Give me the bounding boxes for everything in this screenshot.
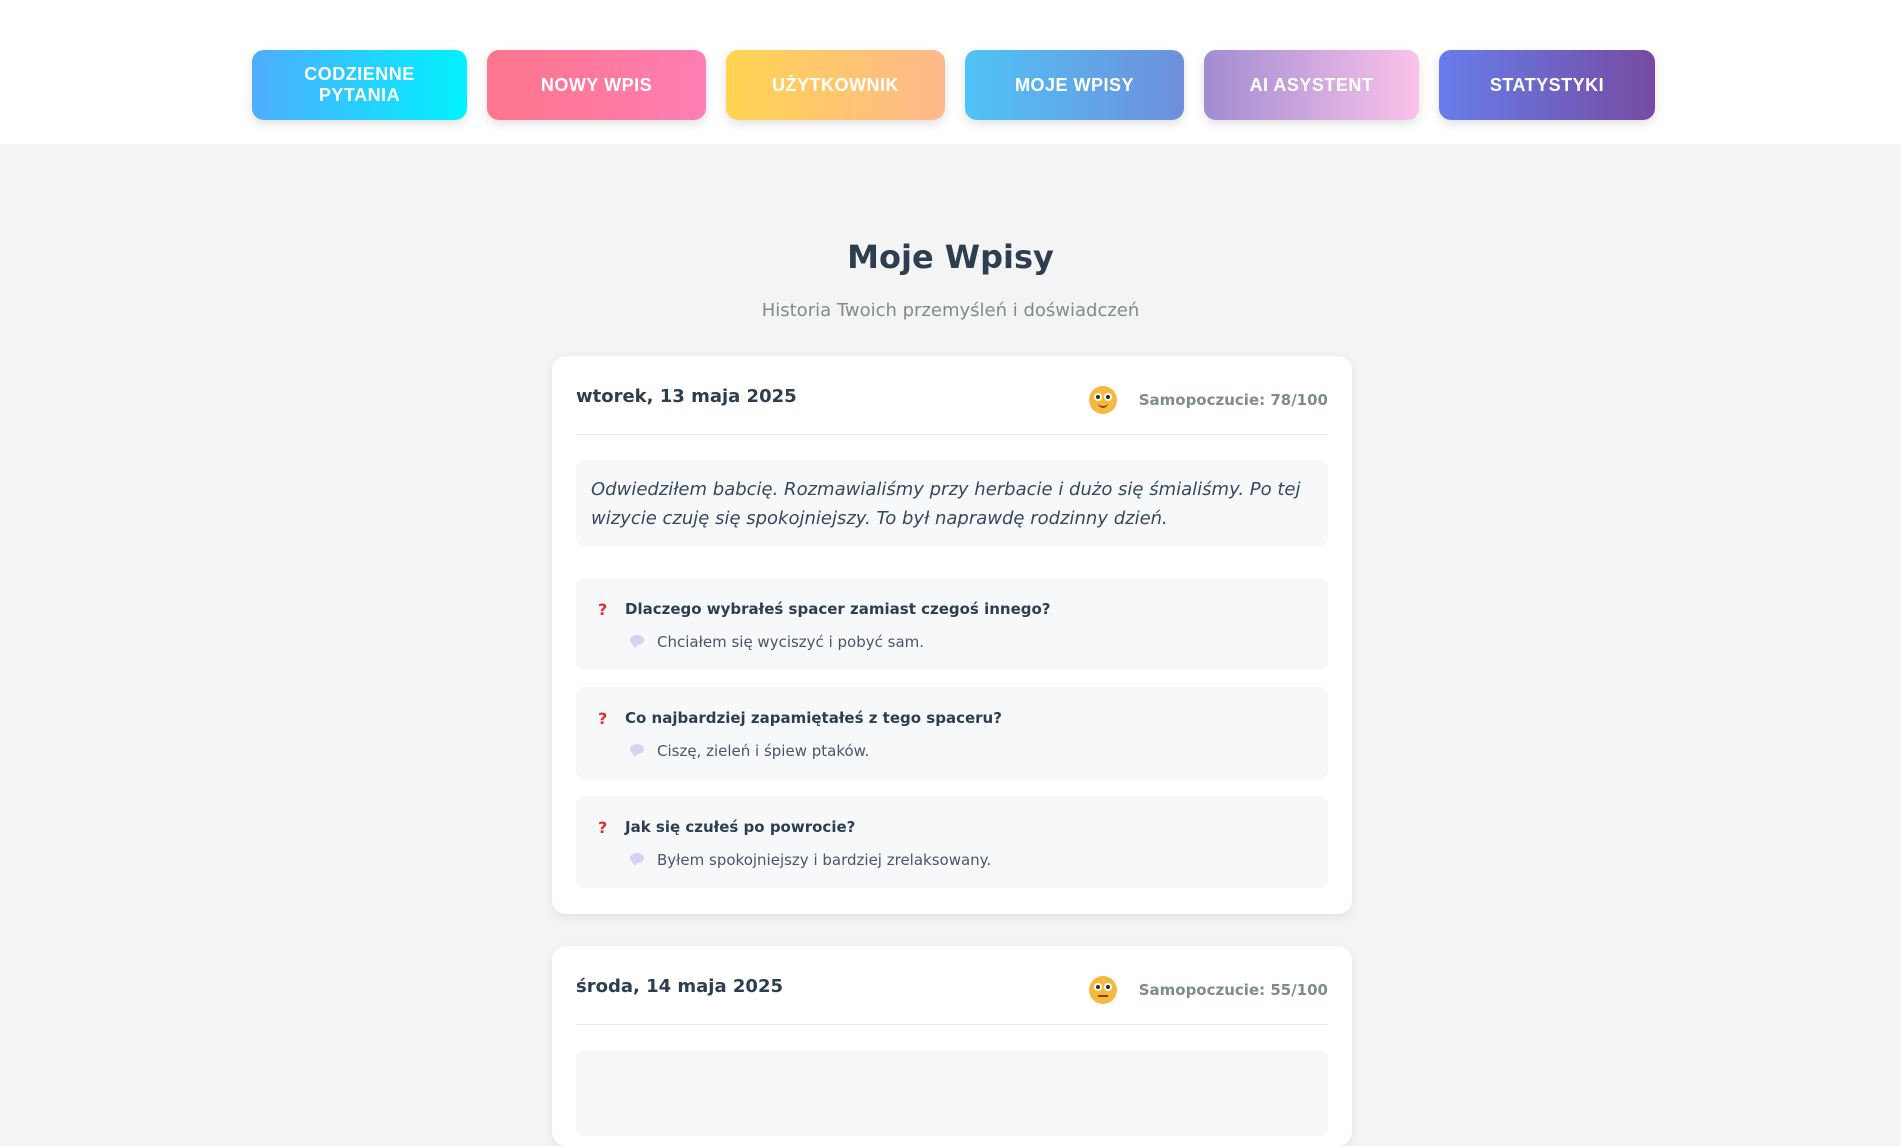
entry-card: środa, 14 maja 2025 Samopoczucie: 55/100 bbox=[552, 946, 1352, 1146]
page-title: Moje Wpisy bbox=[847, 238, 1054, 276]
entry-date: środa, 14 maja 2025 bbox=[576, 976, 783, 997]
top-navigation-bar: CODZIENNE PYTANIA NOWY WPIS UŻYTKOWNIK M… bbox=[0, 0, 1901, 144]
speech-bubble-icon bbox=[630, 635, 644, 648]
entry-card: wtorek, 13 maja 2025 Samopoczucie: 78/10… bbox=[552, 356, 1352, 914]
nav-statistics-button[interactable]: STATYSTYKI bbox=[1439, 50, 1655, 120]
qa-item: ? Co najbardziej zapamiętałeś z tego spa… bbox=[576, 687, 1328, 779]
entry-content bbox=[576, 1050, 1328, 1136]
entry-header: wtorek, 13 maja 2025 Samopoczucie: 78/10… bbox=[576, 356, 1328, 435]
nav-button-label: PYTANIA bbox=[318, 85, 401, 105]
nav-ai-assistant-button[interactable]: AI ASYSTENT bbox=[1204, 50, 1419, 120]
page-subtitle: Historia Twoich przemyśleń i doświadczeń bbox=[761, 300, 1140, 321]
mood-indicator: Samopoczucie: 78/100 bbox=[1088, 386, 1328, 414]
question-text: Jak się czułeś po powrocie? bbox=[625, 818, 856, 836]
mood-score: Samopoczucie: 78/100 bbox=[1138, 391, 1328, 409]
question-text: Co najbardziej zapamiętałeś z tego space… bbox=[625, 709, 1002, 727]
mood-score: Samopoczucie: 55/100 bbox=[1138, 981, 1328, 999]
answer-text: Ciszę, zieleń i śpiew ptaków. bbox=[657, 742, 870, 760]
answer-text: Byłem spokojniejszy i bardziej zrelaksow… bbox=[657, 851, 992, 869]
nav-button-label: MOJE WPISY bbox=[1014, 74, 1135, 95]
answer-text: Chciałem się wyciszyć i pobyć sam. bbox=[657, 633, 925, 651]
nav-my-entries-button[interactable]: MOJE WPISY bbox=[965, 50, 1184, 120]
nav-button-label: CODZIENNE bbox=[304, 64, 415, 84]
neutral-face-icon bbox=[1088, 976, 1117, 1004]
nav-daily-questions-button[interactable]: CODZIENNE PYTANIA bbox=[252, 50, 467, 120]
entry-content: Odwiedziłem babcię. Rozmawialiśmy przy h… bbox=[576, 460, 1328, 546]
question-mark-icon: ? bbox=[598, 600, 608, 619]
nav-new-entry-button[interactable]: NOWY WPIS bbox=[487, 50, 706, 120]
question-mark-icon: ? bbox=[598, 709, 608, 728]
entry-header: środa, 14 maja 2025 Samopoczucie: 55/100 bbox=[576, 946, 1328, 1025]
qa-item: ? Jak się czułeś po powrocie? Byłem spok… bbox=[576, 796, 1328, 888]
question-text: Dlaczego wybrałeś spacer zamiast czegoś … bbox=[625, 600, 1051, 618]
entry-date: wtorek, 13 maja 2025 bbox=[576, 386, 797, 407]
smiley-face-icon bbox=[1088, 386, 1117, 414]
speech-bubble-icon bbox=[630, 853, 644, 866]
nav-menu: CODZIENNE PYTANIA NOWY WPIS UŻYTKOWNIK M… bbox=[252, 50, 1655, 120]
nav-button-label: STATYSTYKI bbox=[1489, 74, 1605, 95]
nav-user-button[interactable]: UŻYTKOWNIK bbox=[726, 50, 945, 120]
nav-button-label: UŻYTKOWNIK bbox=[772, 74, 899, 95]
question-mark-icon: ? bbox=[598, 818, 608, 837]
speech-bubble-icon bbox=[630, 744, 644, 757]
nav-button-label: AI ASYSTENT bbox=[1249, 74, 1374, 95]
nav-button-label: NOWY WPIS bbox=[540, 74, 653, 95]
qa-item: ? Dlaczego wybrałeś spacer zamiast czego… bbox=[576, 578, 1328, 670]
mood-indicator: Samopoczucie: 55/100 bbox=[1088, 976, 1328, 1004]
